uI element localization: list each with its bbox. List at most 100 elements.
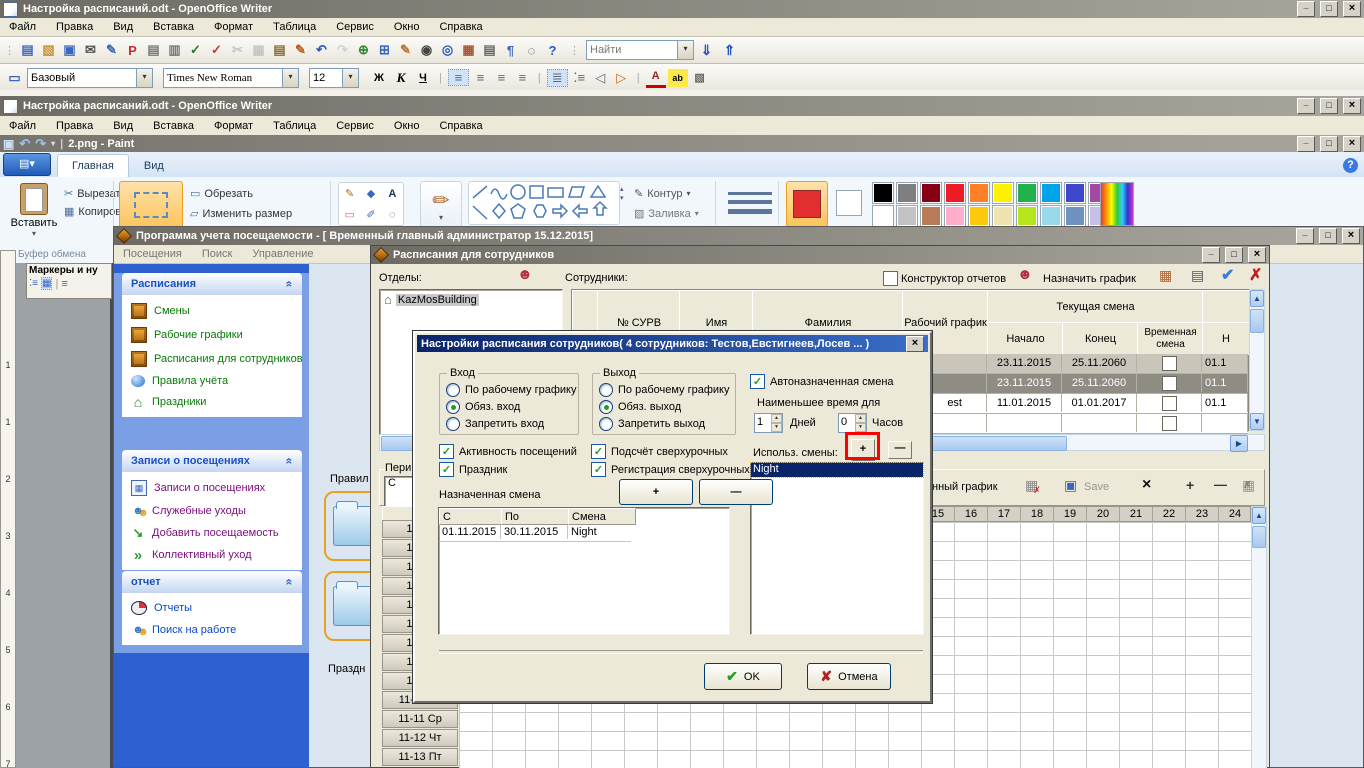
- palette-color[interactable]: [896, 182, 918, 204]
- draw-icon[interactable]: ✎: [395, 41, 416, 60]
- temp-shift-checkbox[interactable]: [1162, 396, 1177, 411]
- dialog-titlebar[interactable]: Настройки расписания сотрудников( 4 сотр…: [417, 335, 928, 352]
- assigned-shift-table[interactable]: С По Смена 01.11.2015 30.11.2015 Night: [438, 507, 730, 635]
- save-icon[interactable]: ▣: [1064, 477, 1077, 494]
- add-assigned-button[interactable]: +: [619, 479, 693, 505]
- new-doc-icon[interactable]: ▤: [17, 41, 38, 60]
- qat-dropdown-icon[interactable]: ▾: [51, 139, 55, 148]
- save-icon[interactable]: ▣: [59, 41, 80, 60]
- maximize-button[interactable]: [1319, 228, 1337, 244]
- outline-list-icon[interactable]: ≡: [61, 278, 67, 290]
- menu-item[interactable]: Окно: [394, 21, 420, 33]
- copy-icon[interactable]: ▦: [248, 41, 269, 60]
- palette-color[interactable]: [872, 205, 894, 227]
- menu-item[interactable]: Справка: [439, 21, 482, 33]
- email-icon[interactable]: ✉: [80, 41, 101, 60]
- remove-shift-button[interactable]: —: [888, 441, 912, 459]
- menu-item[interactable]: Файл: [9, 21, 36, 33]
- maximize-button[interactable]: [1320, 1, 1338, 17]
- datasource-icon[interactable]: ▤: [479, 41, 500, 60]
- department-user-icon[interactable]: ☻: [517, 266, 533, 283]
- navigator-icon[interactable]: ◎: [437, 41, 458, 60]
- entry-radio-option[interactable]: Обяз. вход: [446, 400, 574, 414]
- fill-button[interactable]: ▨ Заливка ▾: [634, 207, 699, 220]
- checkbox-icon[interactable]: [591, 462, 606, 477]
- ribbon-tab[interactable]: Вид: [129, 154, 179, 178]
- help-icon[interactable]: ?: [1343, 158, 1358, 173]
- color-picker-icon[interactable]: ✐: [360, 204, 381, 225]
- minimize-button[interactable]: [1297, 1, 1315, 17]
- col-from[interactable]: С: [439, 508, 506, 525]
- palette-color[interactable]: [1016, 205, 1038, 227]
- col-extra[interactable]: Н: [1202, 322, 1250, 356]
- palette-color[interactable]: [1040, 205, 1062, 227]
- font-name-select[interactable]: Times New Roman▾: [163, 68, 299, 88]
- maximize-button[interactable]: [1225, 247, 1243, 263]
- font-size-select[interactable]: 12▾: [309, 68, 359, 88]
- apply-icon[interactable]: ✔: [1221, 265, 1234, 285]
- font-color-icon[interactable]: А: [646, 67, 666, 88]
- paint-app-menu-button[interactable]: ▤▾: [3, 153, 51, 176]
- oo1-titlebar[interactable]: Настройка расписаний.odt - OpenOffice Wr…: [0, 0, 1364, 18]
- resize-button[interactable]: ▱ Изменить размер: [190, 207, 292, 220]
- radio-icon[interactable]: [599, 383, 613, 397]
- checkbox-icon[interactable]: [591, 444, 606, 459]
- section-header-schedules[interactable]: Расписания «: [122, 273, 302, 295]
- date-row-button[interactable]: 11-12 Чт: [382, 729, 458, 747]
- zoom-icon[interactable]: ◌: [521, 41, 542, 60]
- radio-icon[interactable]: [446, 400, 460, 414]
- temp-shift-checkbox[interactable]: [1162, 376, 1177, 391]
- col-end[interactable]: Конец: [1062, 322, 1139, 356]
- print-icon[interactable]: ▤: [143, 41, 164, 60]
- scroll-up-icon[interactable]: ▲: [1250, 290, 1264, 307]
- bold-button[interactable]: Ж: [369, 69, 389, 87]
- palette-color[interactable]: [968, 182, 990, 204]
- close-button[interactable]: [1343, 136, 1361, 152]
- sidebar-item[interactable]: Отчеты: [123, 597, 301, 619]
- sidebar-item[interactable]: Служебные уходы: [123, 500, 301, 522]
- scroll-up-icon[interactable]: ▲: [1252, 507, 1266, 524]
- palette-color[interactable]: [944, 182, 966, 204]
- delete-table-icon[interactable]: ▦✗: [1025, 477, 1046, 494]
- reg-overtime-checkbox-row[interactable]: Регистрация сверхурочных: [591, 462, 750, 477]
- table-icon[interactable]: ⊞: [374, 41, 395, 60]
- menu-item[interactable]: Вставка: [153, 120, 194, 132]
- scroll-right-icon[interactable]: ▶: [1230, 435, 1248, 452]
- menu-item[interactable]: Вид: [113, 120, 133, 132]
- menu-item[interactable]: Таблица: [273, 120, 316, 132]
- cut-icon[interactable]: ✂: [227, 41, 248, 60]
- exit-radio-option[interactable]: По рабочему графику: [599, 383, 731, 397]
- menu-item[interactable]: Таблица: [273, 21, 316, 33]
- section-header-report[interactable]: отчет «: [122, 571, 302, 593]
- spin-down-icon[interactable]: ▼: [771, 423, 782, 432]
- exit-radio-option[interactable]: Обяз. выход: [599, 400, 731, 414]
- sidebar-item[interactable]: Добавить посещаемость: [123, 522, 301, 544]
- palette-color[interactable]: [1040, 182, 1062, 204]
- brush-button[interactable]: ✎ ▾: [420, 181, 462, 229]
- add-icon[interactable]: +: [1186, 477, 1194, 493]
- paint-titlebar[interactable]: ▣ ↶ ↷ ▾ | 2.png - Paint: [0, 135, 1364, 152]
- menu-item[interactable]: Правка: [56, 21, 93, 33]
- checkbox-icon[interactable]: [750, 374, 765, 389]
- hyperlink-icon[interactable]: ⊕: [353, 41, 374, 60]
- col-to[interactable]: По: [501, 508, 573, 525]
- palette-color[interactable]: [944, 205, 966, 227]
- sidebar-item[interactable]: Праздники: [123, 391, 301, 413]
- close-button[interactable]: [1248, 247, 1266, 263]
- text-tool-icon[interactable]: A: [382, 183, 403, 204]
- palette-color[interactable]: [920, 182, 942, 204]
- sidebar-item[interactable]: Коллективный уход: [123, 544, 301, 566]
- edit-colors-button[interactable]: [1100, 182, 1134, 226]
- format-paintbrush-icon[interactable]: ✎: [290, 41, 311, 60]
- pencil-icon[interactable]: ✎: [339, 183, 360, 204]
- days-spinner[interactable]: 1 ▲▼: [754, 413, 783, 433]
- used-shifts-listbox[interactable]: Night: [750, 462, 924, 635]
- palette-color[interactable]: [992, 182, 1014, 204]
- close-button[interactable]: [906, 336, 924, 352]
- minimize-button[interactable]: [1296, 228, 1314, 244]
- scroll-down-icon[interactable]: ▼: [1250, 413, 1264, 430]
- palette-color[interactable]: [1064, 182, 1086, 204]
- crop-button[interactable]: ▭ Обрезать: [190, 187, 253, 200]
- increase-indent-icon[interactable]: ▷: [612, 70, 631, 86]
- date-row-button[interactable]: 11-11 Ср: [382, 710, 458, 728]
